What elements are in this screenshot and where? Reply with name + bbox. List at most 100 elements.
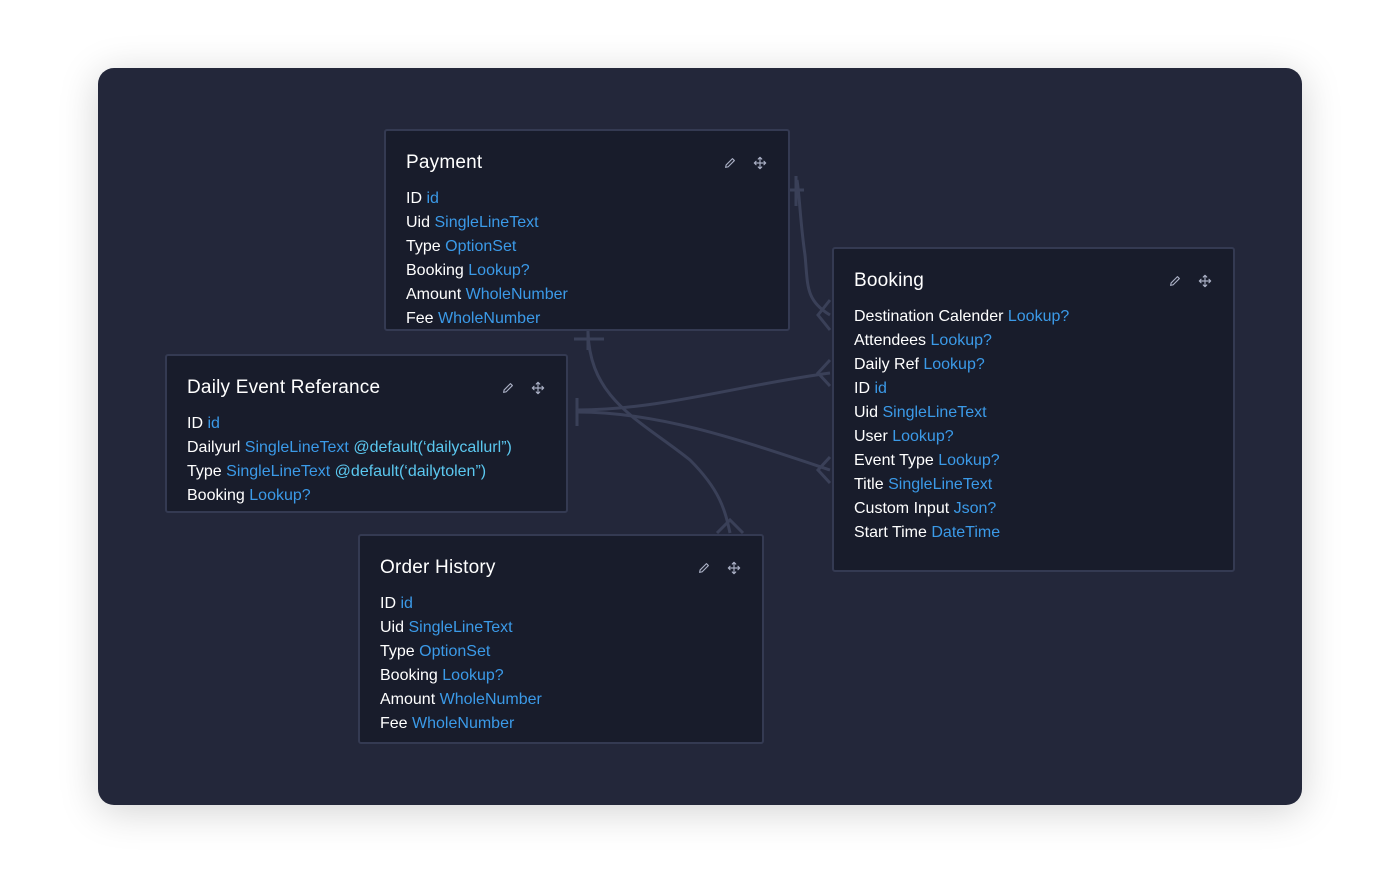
field-type: Lookup?: [930, 332, 992, 349]
field-row[interactable]: Type SingleLineText @default(‘dailytolen…: [187, 460, 512, 484]
field-row[interactable]: Booking Lookup?: [187, 484, 512, 508]
pencil-icon[interactable]: [500, 380, 516, 396]
field-name: Dailyurl: [187, 439, 241, 456]
field-type: DateTime: [931, 524, 1001, 541]
field-name: ID: [380, 595, 396, 612]
field-name: Amount: [406, 286, 462, 303]
field-list: ID id Uid SingleLineText Type OptionSet …: [406, 187, 568, 331]
entity-card-daily-event-referance[interactable]: Daily Event Referance ID id Dailyurl Sin…: [165, 354, 568, 513]
field-type: SingleLineText: [408, 619, 513, 636]
field-name: Type: [187, 463, 222, 480]
entity-header: Payment: [406, 149, 768, 177]
field-name: Uid: [854, 404, 879, 421]
field-type: Json?: [953, 500, 997, 517]
field-list: Destination Calender Lookup? Attendees L…: [854, 305, 1069, 545]
move-arrows-icon[interactable]: [752, 155, 768, 171]
field-name: User: [854, 428, 888, 445]
move-arrows-icon[interactable]: [530, 380, 546, 396]
field-list: ID id Uid SingleLineText Type OptionSet …: [380, 592, 542, 736]
field-row[interactable]: Type OptionSet: [380, 640, 542, 664]
entity-card-payment[interactable]: Payment ID id Uid SingleLineText Type Op…: [384, 129, 790, 331]
field-type: WholeNumber: [412, 715, 515, 732]
field-type: WholeNumber: [465, 286, 568, 303]
entity-title: Order History: [380, 557, 496, 578]
field-row[interactable]: Uid SingleLineText: [854, 401, 1069, 425]
entity-title: Daily Event Referance: [187, 377, 381, 398]
field-default: @default(‘dailytolen”): [334, 463, 487, 480]
field-row[interactable]: Event Type Lookup?: [854, 449, 1069, 473]
field-name: Type: [406, 238, 441, 255]
entity-header: Order History: [380, 554, 742, 582]
field-type: WholeNumber: [439, 691, 542, 708]
field-row[interactable]: Fee WholeNumber: [406, 307, 568, 331]
field-row[interactable]: Booking Lookup?: [380, 664, 542, 688]
field-type: SingleLineText: [882, 404, 987, 421]
field-row[interactable]: Attendees Lookup?: [854, 329, 1069, 353]
entity-card-booking[interactable]: Booking Destination Calender Lookup? Att…: [832, 247, 1235, 572]
field-type: id: [207, 415, 220, 432]
field-name: Attendees: [854, 332, 927, 349]
field-name: Type: [380, 643, 415, 660]
field-name: Booking: [187, 487, 245, 504]
entity-header: Booking: [854, 267, 1213, 295]
entity-actions: [722, 155, 768, 171]
field-name: Uid: [406, 214, 431, 231]
move-arrows-icon[interactable]: [726, 560, 742, 576]
field-name: Title: [854, 476, 884, 493]
field-row[interactable]: Amount WholeNumber: [406, 283, 568, 307]
field-type: Lookup?: [923, 356, 985, 373]
field-row[interactable]: Title SingleLineText: [854, 473, 1069, 497]
field-type: OptionSet: [445, 238, 517, 255]
field-row[interactable]: ID id: [406, 187, 568, 211]
field-row[interactable]: Uid SingleLineText: [406, 211, 568, 235]
field-list: ID id Dailyurl SingleLineText @default(‘…: [187, 412, 512, 508]
field-name: Uid: [380, 619, 405, 636]
entity-title: Payment: [406, 152, 483, 173]
field-type: Lookup?: [442, 667, 504, 684]
field-row[interactable]: Type OptionSet: [406, 235, 568, 259]
field-type: OptionSet: [419, 643, 491, 660]
field-name: Custom Input: [854, 500, 950, 517]
field-name: ID: [854, 380, 870, 397]
field-row[interactable]: Start Time DateTime: [854, 521, 1069, 545]
pencil-icon[interactable]: [696, 560, 712, 576]
field-name: ID: [406, 190, 422, 207]
entity-card-order-history[interactable]: Order History ID id Uid SingleLineText T…: [358, 534, 764, 744]
field-name: ID: [187, 415, 203, 432]
field-type: Lookup?: [1007, 308, 1070, 325]
field-default: @default(‘dailycallurl”): [353, 439, 512, 456]
field-type: id: [426, 190, 439, 207]
field-name: Fee: [406, 310, 434, 327]
entity-actions: [696, 560, 742, 576]
field-type: SingleLineText: [244, 439, 349, 456]
field-row[interactable]: Amount WholeNumber: [380, 688, 542, 712]
field-type: SingleLineText: [226, 463, 331, 480]
field-type: Lookup?: [468, 262, 530, 279]
field-row[interactable]: ID id: [854, 377, 1069, 401]
field-row[interactable]: Custom Input Json?: [854, 497, 1069, 521]
field-type: id: [400, 595, 413, 612]
field-row[interactable]: Destination Calender Lookup?: [854, 305, 1069, 329]
field-row[interactable]: Fee WholeNumber: [380, 712, 542, 736]
field-row[interactable]: ID id: [380, 592, 542, 616]
pencil-icon[interactable]: [722, 155, 738, 171]
entity-title: Booking: [854, 270, 925, 291]
field-row[interactable]: ID id: [187, 412, 512, 436]
field-name: Destination Calender: [854, 308, 1004, 325]
field-type: Lookup?: [249, 487, 311, 504]
field-name: Start Time: [854, 524, 927, 541]
field-row[interactable]: Booking Lookup?: [406, 259, 568, 283]
field-row[interactable]: User Lookup?: [854, 425, 1069, 449]
field-type: WholeNumber: [438, 310, 541, 327]
field-type: Lookup?: [892, 428, 954, 445]
field-type: id: [874, 380, 887, 397]
entity-actions: [500, 380, 546, 396]
pencil-icon[interactable]: [1167, 273, 1183, 289]
field-type: SingleLineText: [434, 214, 539, 231]
field-name: Daily Ref: [854, 356, 919, 373]
field-name: Event Type: [854, 452, 934, 469]
field-row[interactable]: Dailyurl SingleLineText @default(‘dailyc…: [187, 436, 512, 460]
move-arrows-icon[interactable]: [1197, 273, 1213, 289]
field-row[interactable]: Daily Ref Lookup?: [854, 353, 1069, 377]
field-row[interactable]: Uid SingleLineText: [380, 616, 542, 640]
